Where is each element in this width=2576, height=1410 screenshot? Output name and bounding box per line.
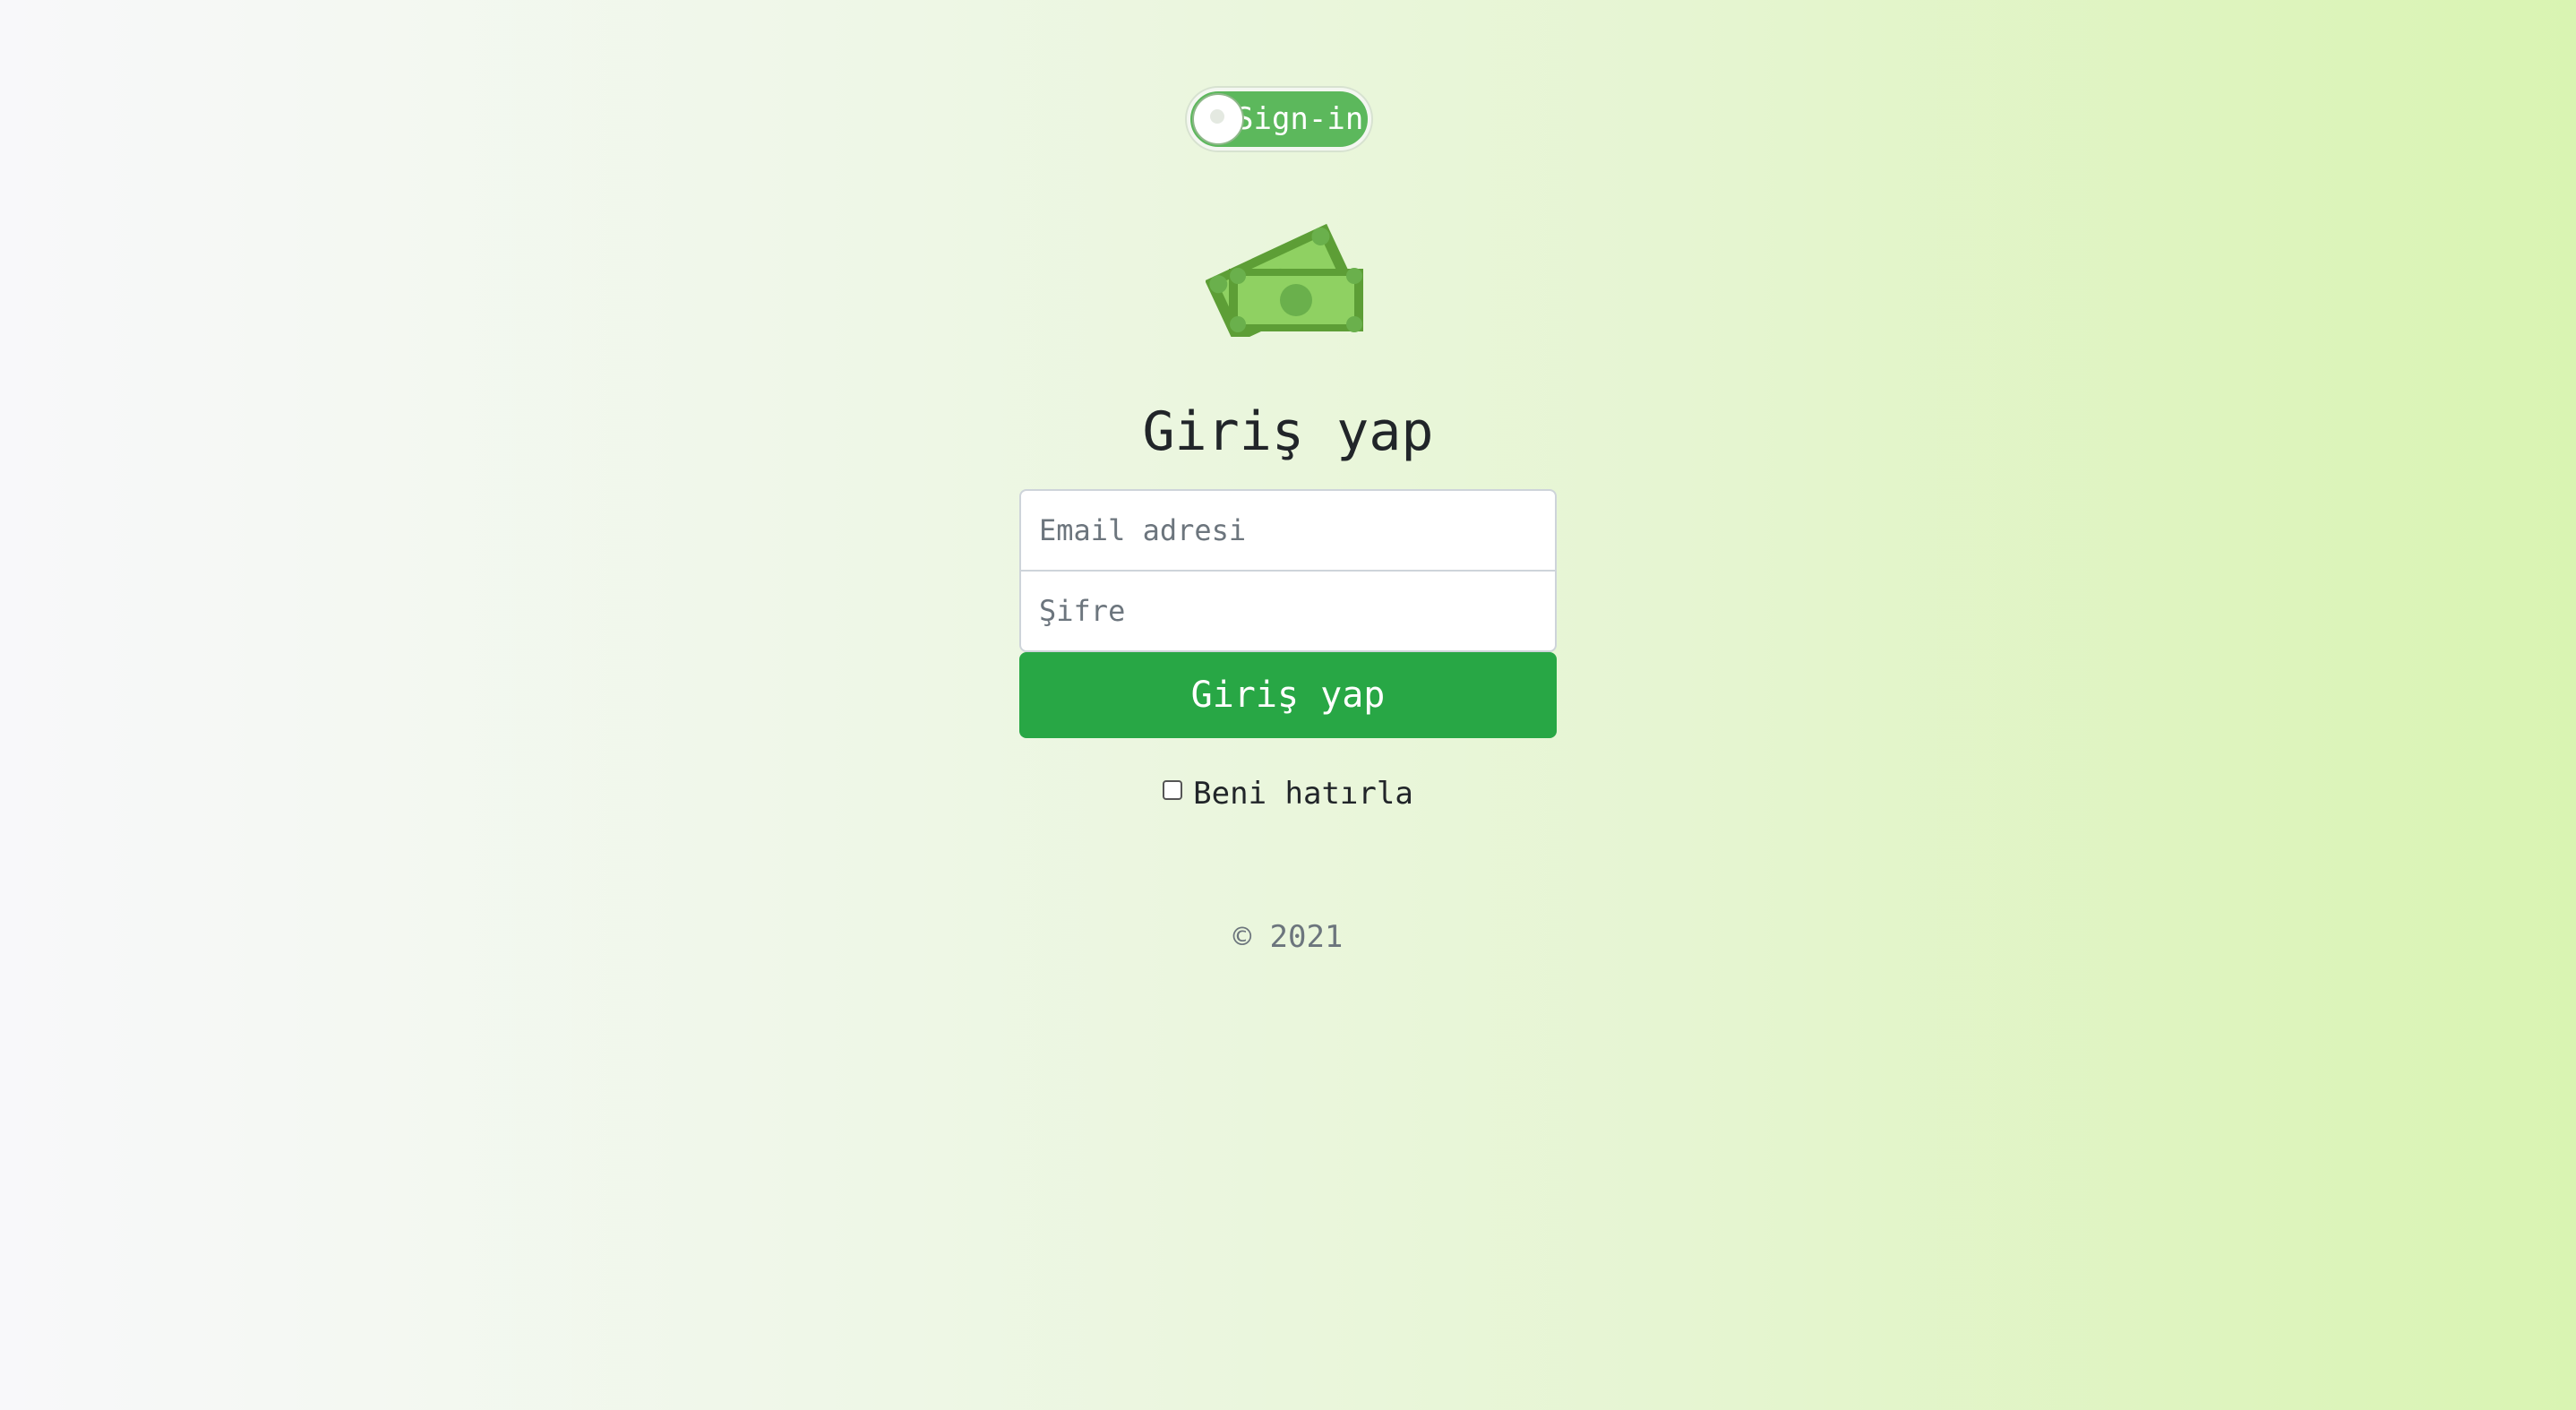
sign-in-toggle[interactable]: Sign-in (1187, 88, 1371, 150)
password-input[interactable] (1019, 570, 1557, 652)
remember-me[interactable]: Beni hatırla (0, 776, 2576, 812)
login-form: Giriş yap (1019, 489, 1557, 738)
toggle-label: Sign-in (1235, 101, 1364, 137)
login-button[interactable]: Giriş yap (1019, 652, 1557, 738)
email-input[interactable] (1019, 489, 1557, 572)
remember-me-checkbox[interactable] (1163, 780, 1183, 800)
copyright: © 2021 (1232, 919, 1344, 955)
toggle-knob[interactable] (1194, 95, 1242, 143)
page-title: Giriş yap (1142, 400, 1434, 463)
remember-me-label: Beni hatırla (1193, 776, 1413, 812)
money-bills-icon (1206, 223, 1363, 337)
